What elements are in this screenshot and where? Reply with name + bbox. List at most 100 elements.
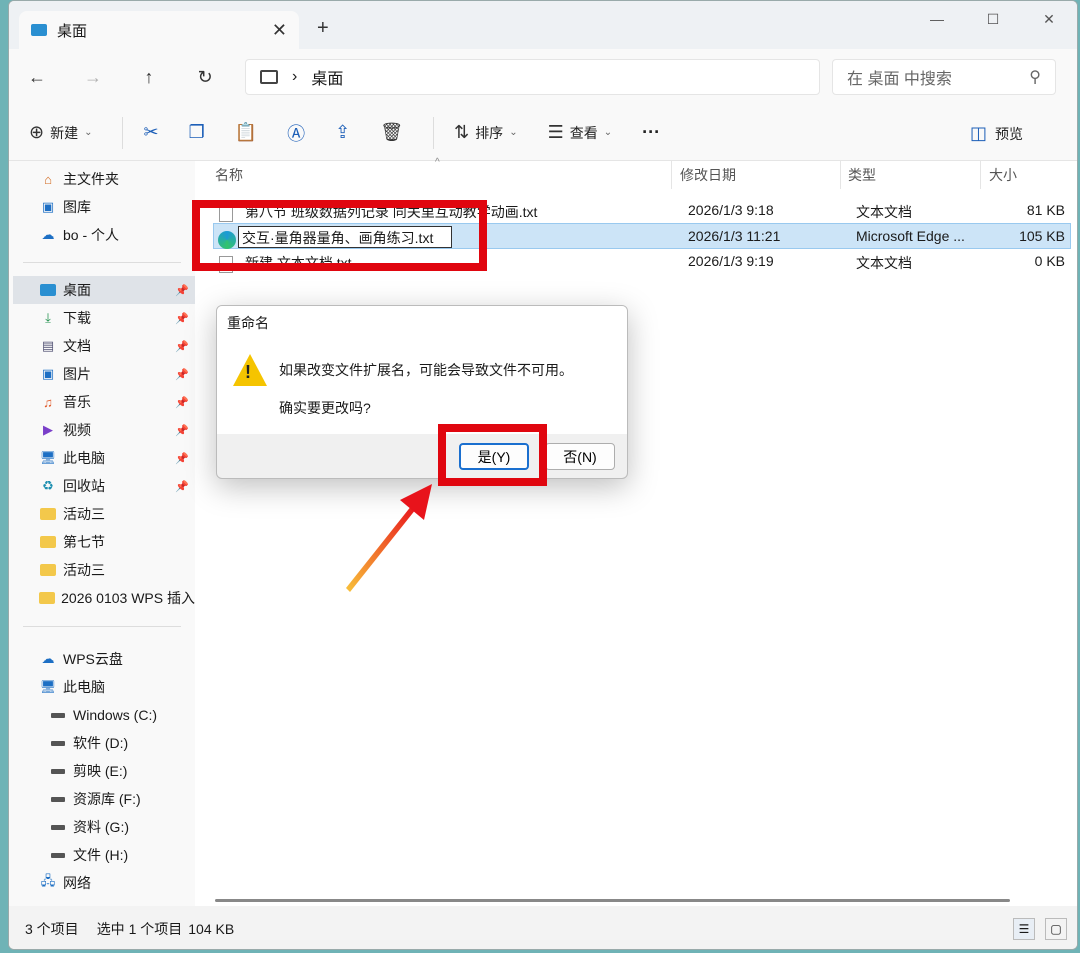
copy-button[interactable]: ❐ (189, 122, 205, 143)
sidebar-item-drive-d[interactable]: 软件 (D:) (9, 729, 195, 757)
file-size: 105 KB (1019, 228, 1065, 244)
column-header-name[interactable]: 名称 (215, 161, 243, 189)
sidebar-item-folder[interactable]: 活动三 (9, 500, 195, 528)
sidebar-item-pictures[interactable]: ▣ 图片 📌 (9, 360, 195, 388)
horizontal-scrollbar[interactable] (215, 899, 1010, 902)
pin-icon[interactable]: 📌 (175, 368, 189, 381)
sidebar-item-drive-f[interactable]: 资源库 (F:) (9, 785, 195, 813)
minimize-button[interactable]: — (909, 1, 965, 37)
file-date: 2026/1/3 9:18 (688, 202, 774, 218)
sidebar-item-drive-g[interactable]: 资料 (G:) (9, 813, 195, 841)
sidebar-item-this-pc[interactable]: 🖥 此电脑 📌 (9, 444, 195, 472)
dialog-question: 确实要更改吗? (279, 400, 371, 416)
selection-count: 选中 1 个项目 (96, 920, 183, 937)
column-divider[interactable] (671, 161, 672, 189)
column-header-size[interactable]: 大小 (989, 161, 1017, 189)
pin-icon[interactable]: 📌 (175, 396, 189, 409)
more-button[interactable]: ··· (642, 122, 660, 143)
refresh-button[interactable]: ↻ (177, 67, 233, 88)
sidebar-item-recycle-bin[interactable]: ♻ 回收站 📌 (9, 472, 195, 500)
column-header-date[interactable]: 修改日期 (680, 161, 736, 189)
picture-icon: ▣ (41, 366, 55, 381)
sidebar-item-label: bo - 个人 (63, 227, 120, 243)
tab-desktop[interactable]: 桌面 ✕ (19, 11, 299, 49)
highlight-box-filename (192, 200, 487, 271)
desktop-icon (39, 282, 57, 298)
preview-button[interactable]: ◫ 预览 (970, 123, 1023, 144)
pin-icon[interactable]: 📌 (175, 284, 189, 297)
highlight-box-yes-button (438, 424, 547, 486)
search-input[interactable]: 在 桌面 中搜索 (847, 65, 952, 89)
share-icon: ⇪ (335, 122, 351, 142)
home-icon: ⌂ (44, 171, 52, 187)
rename-button[interactable]: Ⓐ (287, 120, 305, 146)
sidebar-item-videos[interactable]: ▶ 视频 📌 (9, 416, 195, 444)
sidebar-item-gallery[interactable]: ▣ 图库 (9, 193, 195, 221)
sidebar-item-label: 此电脑 (63, 679, 105, 695)
sidebar-item-folder[interactable]: 第七节 (9, 528, 195, 556)
trash-icon: 🗑 (380, 122, 404, 142)
back-button[interactable]: ← (9, 67, 65, 88)
details-view-icon[interactable]: ☰ (1013, 918, 1035, 940)
toolbar-divider (433, 116, 435, 149)
sidebar-item-wps-cloud[interactable]: ☁ WPS云盘 (9, 645, 195, 673)
sidebar-item-label: 文档 (63, 338, 91, 354)
sidebar-item-label: 软件 (D:) (73, 735, 129, 751)
forward-button[interactable]: → (65, 67, 121, 88)
tab-title: 桌面 (57, 22, 88, 40)
close-tab-icon[interactable]: ✕ (272, 20, 287, 41)
pin-icon[interactable]: 📌 (175, 452, 189, 465)
sidebar-item-desktop[interactable]: 桌面 📌 (13, 276, 195, 304)
sidebar-item-downloads[interactable]: ⤓ 下载 📌 (9, 304, 195, 332)
up-button[interactable]: ↑ (121, 67, 177, 88)
sidebar-item-onedrive[interactable]: ☁ bo - 个人 (9, 221, 195, 249)
title-bar: 桌面 ✕ + — ☐ ✕ (9, 1, 1077, 49)
dialog-message: 如果改变文件扩展名，可能会导致文件不可用。 (279, 362, 573, 378)
column-divider[interactable] (840, 161, 841, 189)
file-date: 2026/1/3 9:19 (688, 253, 774, 269)
folder-icon (39, 506, 57, 522)
sidebar-item-music[interactable]: ♫ 音乐 📌 (9, 388, 195, 416)
search-box[interactable]: 在 桌面 中搜索 ⚲ (832, 59, 1056, 95)
file-type: Microsoft Edge ... (856, 228, 965, 244)
share-button[interactable]: ⇪ (335, 122, 350, 143)
cloud-icon: ☁ (41, 227, 55, 242)
maximize-button[interactable]: ☐ (965, 1, 1021, 37)
paste-button[interactable]: 📋 (235, 122, 257, 143)
sidebar-item-documents[interactable]: ▤ 文档 📌 (9, 332, 195, 360)
pin-icon[interactable]: 📌 (175, 340, 189, 353)
new-tab-button[interactable]: + (317, 17, 329, 40)
chevron-down-icon: ⌄ (603, 127, 613, 138)
new-button[interactable]: ⊕ 新建 ⌄ (29, 122, 92, 143)
column-header-type[interactable]: 类型 (848, 161, 876, 189)
navigation-bar: ← → ↑ ↻ › 桌面 在 桌面 中搜索 ⚲ (9, 49, 1077, 105)
music-icon: ♫ (43, 394, 53, 410)
no-button[interactable]: 否(N) (545, 443, 615, 470)
sidebar-item-label: 资源库 (F:) (73, 791, 141, 807)
sort-button[interactable]: ⇅ 排序 ⌄ (454, 122, 517, 143)
sidebar-item-this-pc[interactable]: 🖥 此电脑 (9, 673, 195, 701)
pin-icon[interactable]: 📌 (175, 480, 189, 493)
delete-button[interactable]: 🗑 (380, 122, 403, 143)
desktop-icon (31, 24, 47, 36)
sidebar-item-label: 剪映 (E:) (73, 763, 128, 779)
sidebar-item-network[interactable]: 🖧 网络 (9, 869, 195, 897)
sidebar-item-folder[interactable]: 活动三 (9, 556, 195, 584)
sidebar-item-label: WPS云盘 (63, 651, 123, 667)
address-bar[interactable]: › 桌面 (245, 59, 820, 95)
sidebar-item-folder[interactable]: 2026 0103 WPS 插入 (9, 584, 195, 612)
sidebar-item-drive-e[interactable]: 剪映 (E:) (9, 757, 195, 785)
cut-button[interactable]: ✂ (143, 122, 158, 143)
sidebar-item-drive-h[interactable]: 文件 (H:) (9, 841, 195, 869)
column-divider[interactable] (980, 161, 981, 189)
dialog-footer: 是(Y) 否(N) (217, 434, 627, 478)
view-button[interactable]: ☰ 查看 ⌄ (548, 122, 613, 143)
tiles-view-icon[interactable]: ▢ (1045, 918, 1067, 940)
address-location[interactable]: 桌面 (311, 65, 343, 89)
preview-label: 预览 (995, 125, 1023, 142)
pin-icon[interactable]: 📌 (175, 312, 189, 325)
close-window-button[interactable]: ✕ (1021, 1, 1077, 37)
sidebar-item-drive-c[interactable]: Windows (C:) (9, 701, 195, 729)
pin-icon[interactable]: 📌 (175, 424, 189, 437)
sidebar-item-home[interactable]: ⌂ 主文件夹 (9, 165, 195, 193)
